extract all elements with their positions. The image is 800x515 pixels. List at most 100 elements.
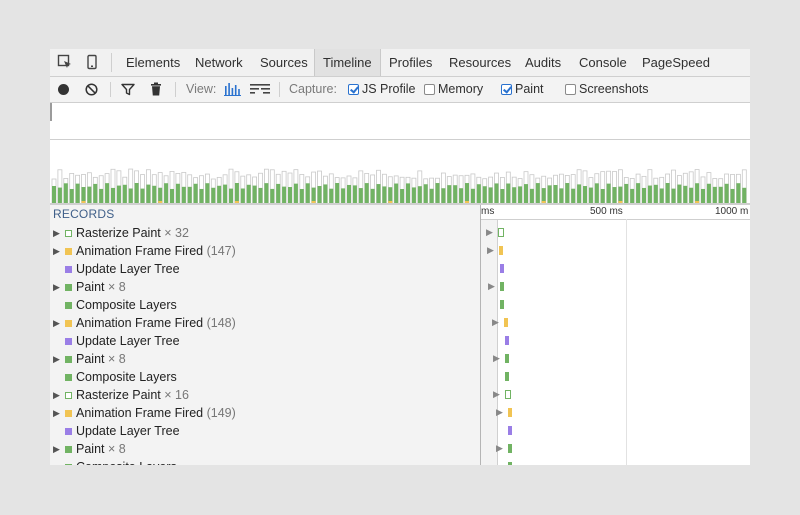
- tab-elements[interactable]: Elements: [118, 49, 188, 76]
- gutter-expand-icon[interactable]: ▶: [493, 389, 500, 400]
- frame-bar: [128, 188, 133, 203]
- frame-bar: [671, 188, 676, 203]
- record-name: Update Layer Tree: [76, 334, 180, 348]
- expand-triangle-icon[interactable]: ▶: [53, 242, 60, 260]
- timeline-record-bar[interactable]: [505, 336, 509, 345]
- frame-bar: [429, 188, 434, 203]
- gutter-expand-icon[interactable]: ▶: [496, 407, 503, 418]
- tab-pagespeed[interactable]: PageSpeed: [634, 49, 718, 76]
- frame-bar: [382, 186, 387, 203]
- device-icon[interactable]: [84, 54, 100, 70]
- timeline-record-bar[interactable]: [508, 462, 512, 465]
- toolbar-separator: [111, 53, 112, 72]
- tab-sources[interactable]: Sources: [252, 49, 316, 76]
- record-row[interactable]: ▶ Paint × 8: [50, 278, 480, 296]
- frame-bar: [252, 185, 257, 203]
- trash-icon[interactable]: [150, 82, 162, 96]
- expand-triangle-icon[interactable]: ▶: [53, 440, 60, 458]
- gutter-expand-icon[interactable]: ▶: [488, 281, 495, 292]
- tab-console[interactable]: Console: [571, 49, 635, 76]
- records-header: RECORDS: [53, 207, 115, 221]
- record-row[interactable]: ▶ Rasterize Paint × 16: [50, 386, 480, 404]
- record-label: Paint × 8: [76, 440, 126, 458]
- timeline-record-bar[interactable]: [505, 372, 509, 381]
- frame-bar: [618, 186, 623, 203]
- record-row[interactable]: Composite Layers: [50, 458, 480, 465]
- frame-bar: [394, 183, 399, 203]
- gutter-expand-icon[interactable]: ▶: [487, 245, 494, 256]
- expand-triangle-icon[interactable]: ▶: [53, 404, 60, 422]
- checkbox[interactable]: [501, 84, 512, 95]
- record-row[interactable]: ▶ Paint × 8: [50, 350, 480, 368]
- ruler-label: ms: [481, 206, 495, 217]
- expand-triangle-icon[interactable]: ▶: [53, 350, 60, 368]
- record-row[interactable]: Update Layer Tree: [50, 260, 480, 278]
- record-row[interactable]: Update Layer Tree: [50, 422, 480, 440]
- record-row[interactable]: Composite Layers: [50, 368, 480, 386]
- frames-overview-chart[interactable]: [50, 163, 750, 203]
- timeline-record-bar[interactable]: [508, 444, 512, 453]
- overview-cursor: [50, 103, 52, 121]
- capture-memory-option[interactable]: Memory: [424, 77, 483, 102]
- tab-audits[interactable]: Audits: [517, 49, 569, 76]
- record-row[interactable]: ▶ Animation Frame Fired (147): [50, 242, 480, 260]
- checkbox[interactable]: [424, 84, 435, 95]
- timeline-record-bar[interactable]: [505, 390, 511, 399]
- expand-triangle-icon[interactable]: ▶: [53, 314, 60, 332]
- filter-icon[interactable]: [121, 83, 135, 96]
- tab-timeline[interactable]: Timeline: [314, 49, 381, 76]
- record-row[interactable]: ▶ Animation Frame Fired (148): [50, 314, 480, 332]
- timeline-record-bar[interactable]: [500, 300, 504, 309]
- frame-bar: [559, 188, 564, 203]
- gutter-expand-icon[interactable]: ▶: [496, 443, 503, 454]
- inspect-icon[interactable]: [57, 54, 73, 70]
- bars-view-icon[interactable]: [224, 83, 242, 96]
- capture-js-profile-option[interactable]: JS Profile: [348, 77, 416, 102]
- timeline-record-bar[interactable]: [508, 408, 512, 417]
- timeline-record-bar[interactable]: [504, 318, 508, 327]
- record-icon[interactable]: [57, 83, 70, 96]
- frame-bar: [93, 183, 98, 203]
- record-category-swatch: [65, 428, 72, 435]
- frame-bar: [75, 183, 80, 203]
- frame-bar: [588, 187, 593, 203]
- gutter-expand-icon[interactable]: ▶: [492, 317, 499, 328]
- tab-profiles[interactable]: Profiles: [381, 49, 440, 76]
- frame-bar: [500, 188, 505, 203]
- expand-triangle-icon[interactable]: ▶: [53, 224, 60, 242]
- frame-bar: [630, 188, 635, 203]
- capture-screenshots-option[interactable]: Screenshots: [565, 77, 648, 102]
- timeline-record-bar[interactable]: [499, 246, 503, 255]
- capture-paint-option[interactable]: Paint: [501, 77, 544, 102]
- record-row[interactable]: Update Layer Tree: [50, 332, 480, 350]
- tab-resources[interactable]: Resources: [441, 49, 519, 76]
- frame-bar: [571, 188, 576, 203]
- checkbox[interactable]: [348, 84, 359, 95]
- flame-view-icon[interactable]: [250, 83, 270, 96]
- frame-bar: [116, 185, 121, 203]
- frame-bar: [665, 183, 670, 203]
- record-row[interactable]: Composite Layers: [50, 296, 480, 314]
- timeline-record-bar[interactable]: [500, 282, 504, 291]
- record-row[interactable]: ▶ Rasterize Paint × 32: [50, 224, 480, 242]
- record-category-swatch: [65, 248, 72, 255]
- clear-icon[interactable]: [85, 83, 98, 96]
- timeline-record-bar[interactable]: [508, 426, 512, 435]
- tab-network[interactable]: Network: [187, 49, 251, 76]
- timeline-overview[interactable]: [50, 103, 750, 203]
- expand-triangle-icon[interactable]: ▶: [53, 386, 60, 404]
- frame-bar: [459, 188, 464, 203]
- expand-triangle-icon[interactable]: ▶: [53, 278, 60, 296]
- record-row[interactable]: ▶ Paint × 8: [50, 440, 480, 458]
- timeline-record-bar[interactable]: [505, 354, 509, 363]
- timeline-record-bar[interactable]: [500, 264, 504, 273]
- checkbox[interactable]: [565, 84, 576, 95]
- timeline-record-bar[interactable]: [498, 228, 504, 237]
- record-row[interactable]: ▶ Animation Frame Fired (149): [50, 404, 480, 422]
- frame-bar: [506, 183, 511, 203]
- frame-bar: [105, 183, 110, 203]
- frame-bar: [311, 187, 316, 203]
- record-name: Paint: [76, 352, 105, 366]
- gutter-expand-icon[interactable]: ▶: [486, 227, 493, 238]
- gutter-expand-icon[interactable]: ▶: [493, 353, 500, 364]
